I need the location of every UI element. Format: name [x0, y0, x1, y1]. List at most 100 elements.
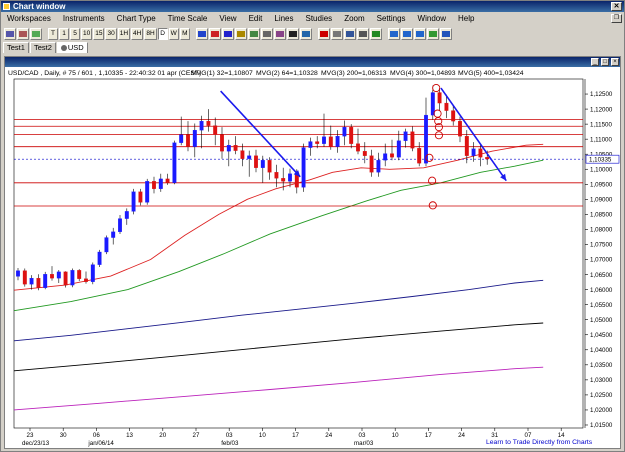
help-button[interactable] [439, 27, 452, 40]
learn-to-trade-link[interactable]: Learn to Trade Directly from Charts [486, 439, 593, 446]
menu-item-edit[interactable]: Edit [243, 13, 269, 25]
trendline-arrowhead [500, 173, 507, 181]
menu-item-help[interactable]: Help [452, 13, 480, 25]
level-circle-marker [434, 131, 443, 140]
timeframe-5-button[interactable]: 5 [70, 27, 80, 40]
date-tick-label: 07 [525, 432, 532, 439]
tab-label: Test2 [33, 43, 52, 52]
bull-candle [308, 141, 313, 148]
line-chart-button[interactable] [30, 27, 42, 40]
timeframe-1h-button[interactable]: 1H [117, 27, 131, 40]
timeframe-15-button[interactable]: 15 [93, 27, 105, 40]
timeframe-t-button[interactable]: T [48, 27, 58, 40]
date-tick-label: 24 [458, 432, 465, 439]
mvg5-line [13, 366, 544, 411]
title-bar: Chart window ✕ [1, 1, 624, 12]
timeframe-1-button[interactable]: 1 [59, 27, 69, 40]
price-tick-label: 1,05500 [590, 302, 613, 309]
bull-candle [131, 191, 136, 212]
bull-candle [199, 120, 204, 131]
date-tick-label: 17 [425, 432, 432, 439]
bear-candle [478, 148, 483, 158]
gear-icon [60, 45, 67, 51]
price-tick-label: 1,05000 [590, 317, 613, 324]
bear-candle [138, 191, 143, 203]
timeframe-4h-button[interactable]: 4H [131, 27, 144, 40]
bear-candle [152, 181, 156, 189]
timeframe-8h-button[interactable]: 8H [144, 27, 157, 40]
properties-icon [345, 30, 354, 37]
price-chart[interactable]: USD/CAD , Daily, # 75 / 601 , 1,10335 - … [5, 67, 620, 448]
date-tick-label: 03 [359, 432, 366, 439]
menu-item-view[interactable]: View [213, 13, 242, 25]
bull-candle [158, 178, 163, 189]
bull-candle [260, 160, 265, 168]
bull-candle [383, 153, 388, 161]
hline-tool-button[interactable] [208, 27, 221, 40]
menu-item-instruments[interactable]: Instruments [57, 13, 111, 25]
menu-item-window[interactable]: Window [412, 13, 452, 25]
month-label: feb/03 [221, 440, 239, 447]
mvg5-info: MVG(5) 400=1,03424 [458, 70, 524, 77]
menu-item-chart-type[interactable]: Chart Type [111, 13, 162, 25]
restore-icon[interactable]: ❐ [611, 14, 622, 23]
tab-test1[interactable]: Test1 [3, 42, 29, 53]
menu-item-workspaces[interactable]: Workspaces [1, 13, 57, 25]
month-label: dec/23/13 [22, 440, 50, 447]
minimize-chart-button[interactable]: _ [591, 58, 599, 66]
bear-candle [349, 126, 354, 144]
vline-tool-button[interactable] [221, 27, 234, 40]
bull-candle [118, 218, 122, 232]
menu-item-studies[interactable]: Studies [300, 13, 339, 25]
zoom-fit-icon [415, 30, 424, 37]
save-image-button[interactable] [369, 27, 382, 40]
zoom-fit-button[interactable] [413, 27, 426, 40]
bear-candle [369, 155, 374, 173]
candle-chart-button[interactable] [17, 27, 29, 40]
timeframe-w-button[interactable]: W [168, 27, 179, 40]
bull-candle [29, 278, 34, 285]
menu-item-settings[interactable]: Settings [371, 13, 412, 25]
bull-candle [97, 251, 102, 265]
menu-item-lines[interactable]: Lines [268, 13, 299, 25]
level-circle-marker [428, 201, 437, 210]
bear-candle [220, 134, 224, 152]
bear-candle [485, 157, 490, 160]
maximize-chart-button[interactable]: □ [601, 58, 609, 66]
menu-item-time-scale[interactable]: Time Scale [162, 13, 214, 25]
delete-all-button[interactable] [317, 27, 330, 40]
undo-button[interactable] [330, 27, 343, 40]
fib-tool-icon [236, 30, 245, 37]
trendline-tool-button[interactable] [195, 27, 208, 40]
menu-item-zoom[interactable]: Zoom [338, 13, 370, 25]
timeframe-10-button[interactable]: 10 [81, 27, 93, 40]
properties-button[interactable] [343, 27, 356, 40]
fib-tool-button[interactable] [234, 27, 247, 40]
date-tick-label: 23 [27, 432, 34, 439]
bull-candle [70, 270, 75, 286]
arrow-tool-button[interactable] [299, 27, 312, 40]
bar-chart-button[interactable] [4, 27, 16, 40]
bear-candle [50, 274, 54, 279]
close-chart-button[interactable]: × [611, 58, 619, 66]
zoom-out-icon [402, 30, 411, 37]
text-tool-icon [288, 30, 297, 37]
zoom-in-button[interactable] [387, 27, 400, 40]
channel-tool-button[interactable] [247, 27, 260, 40]
bear-candle [451, 110, 456, 122]
print-button[interactable] [356, 27, 369, 40]
bull-candle [111, 231, 116, 238]
ellipse-tool-button[interactable] [273, 27, 286, 40]
bull-candle [172, 142, 177, 183]
close-window-button[interactable]: ✕ [611, 2, 622, 11]
tab-test2[interactable]: Test2 [29, 42, 56, 53]
timeframe-d-button[interactable]: D [157, 27, 168, 40]
text-tool-button[interactable] [286, 27, 299, 40]
bear-candle [165, 178, 170, 183]
tab-usd[interactable]: USD [56, 42, 88, 53]
refresh-button[interactable] [426, 27, 439, 40]
rect-tool-button[interactable] [260, 27, 273, 40]
zoom-out-button[interactable] [400, 27, 413, 40]
timeframe-30-button[interactable]: 30 [105, 27, 117, 40]
timeframe-m-button[interactable]: M [179, 27, 190, 40]
